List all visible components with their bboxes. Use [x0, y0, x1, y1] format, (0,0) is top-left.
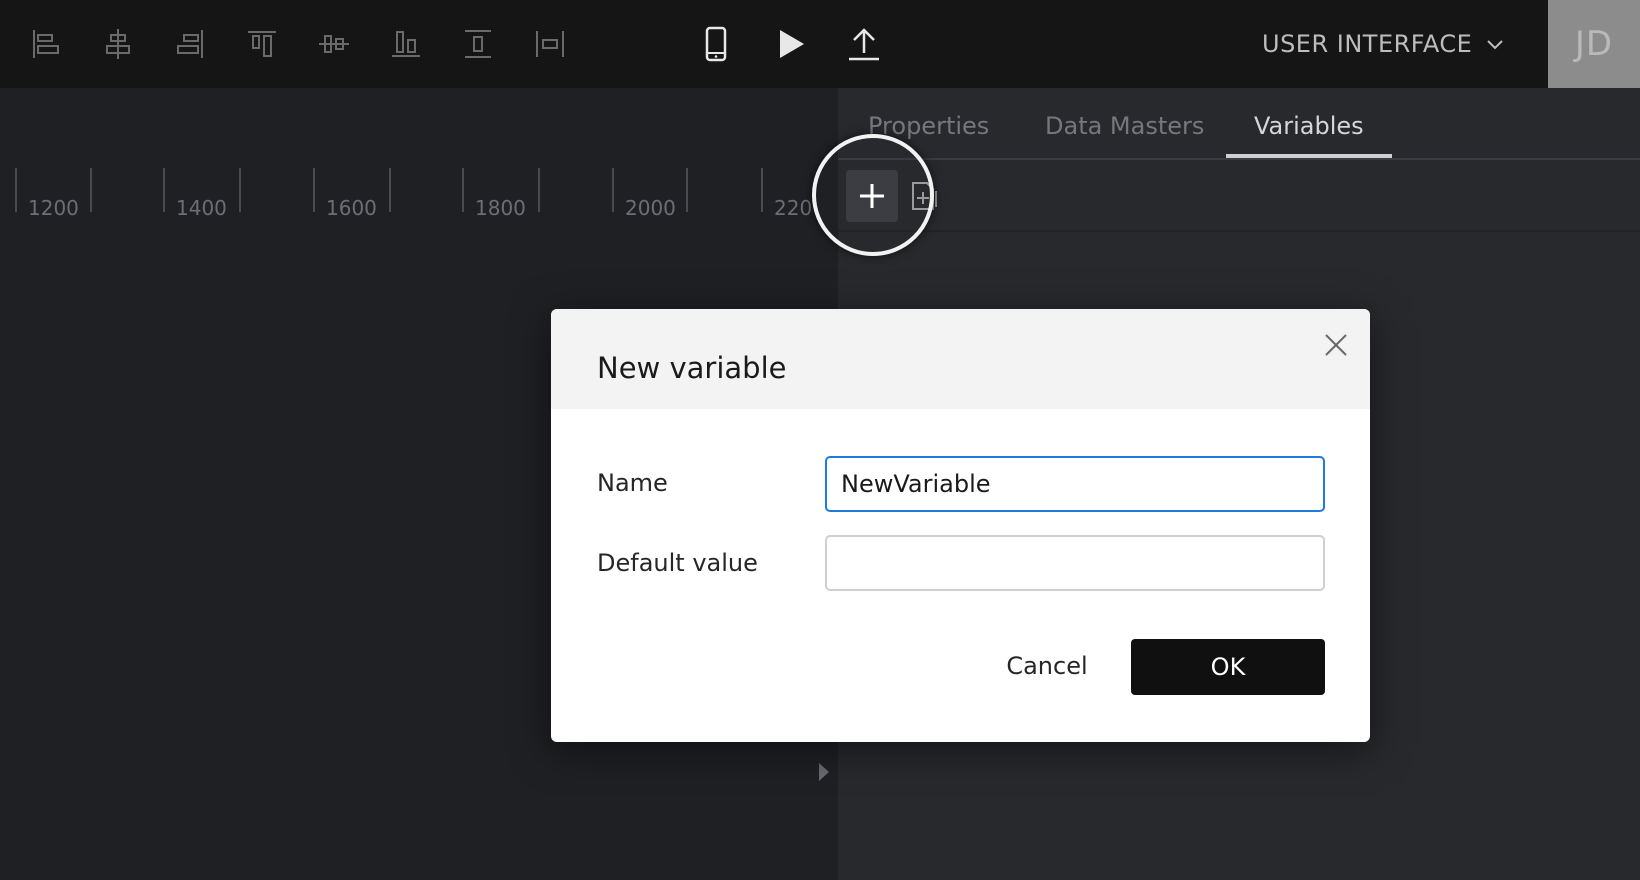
horizontal-ruler: 1200 1400 1600 1800 2000 220	[0, 168, 838, 228]
dialog-title: New variable	[597, 351, 787, 385]
close-button[interactable]	[1320, 329, 1352, 361]
name-field-label: Name	[597, 469, 668, 497]
click-highlight-ring	[812, 134, 934, 256]
ruler-tick	[389, 168, 391, 212]
top-toolbar: USER INTERFACE JD	[0, 0, 1640, 88]
ruler-tick	[90, 168, 92, 212]
tab-data-masters[interactable]: Data Masters	[1045, 112, 1204, 158]
ruler-tick	[686, 168, 688, 212]
align-right-icon[interactable]	[168, 22, 212, 66]
user-interface-menu[interactable]: USER INTERFACE	[1262, 24, 1506, 64]
ruler-tick	[612, 168, 614, 212]
expand-panel-arrow-icon[interactable]	[816, 760, 832, 784]
distribute-vertical-icon[interactable]	[456, 22, 500, 66]
ruler-label: 2000	[625, 196, 676, 220]
panel-tabs: Properties Data Masters Variables	[838, 88, 1640, 160]
align-bottom-icon[interactable]	[384, 22, 428, 66]
align-top-icon[interactable]	[240, 22, 284, 66]
ruler-label: 1200	[28, 196, 79, 220]
ruler-label: 220	[774, 196, 813, 220]
ruler-tick	[239, 168, 241, 212]
ruler-tick	[538, 168, 540, 212]
ruler-label: 1400	[176, 196, 227, 220]
default-value-input[interactable]	[825, 535, 1325, 591]
ruler-label: 1800	[475, 196, 526, 220]
ruler-tick	[15, 168, 17, 212]
distribute-horizontal-icon[interactable]	[528, 22, 572, 66]
align-left-icon[interactable]	[24, 22, 68, 66]
ruler-tick	[163, 168, 165, 212]
ok-button[interactable]: OK	[1131, 639, 1325, 695]
close-icon	[1325, 334, 1347, 356]
play-icon[interactable]	[768, 22, 812, 66]
user-interface-menu-label: USER INTERFACE	[1262, 30, 1473, 58]
ruler-tick	[313, 168, 315, 212]
avatar[interactable]: JD	[1548, 0, 1640, 88]
mobile-device-icon[interactable]	[694, 22, 738, 66]
ruler-tick	[462, 168, 464, 212]
default-value-label: Default value	[597, 549, 758, 577]
align-middle-vertical-icon[interactable]	[312, 22, 356, 66]
app-window: USER INTERFACE JD 1200 1400 1600 1800 20…	[0, 0, 1640, 880]
chevron-down-icon	[1487, 40, 1504, 50]
new-variable-dialog: New variable Name Default value Cancel O…	[551, 309, 1370, 742]
upload-icon[interactable]	[842, 22, 886, 66]
variables-toolbar	[838, 160, 1640, 232]
tab-variables[interactable]: Variables	[1226, 112, 1392, 158]
align-center-horizontal-icon[interactable]	[96, 22, 140, 66]
dialog-header: New variable	[551, 309, 1370, 409]
ruler-label: 1600	[326, 196, 377, 220]
cancel-button[interactable]: Cancel	[985, 639, 1109, 693]
ruler-tick	[761, 168, 763, 212]
name-input[interactable]	[825, 456, 1325, 512]
